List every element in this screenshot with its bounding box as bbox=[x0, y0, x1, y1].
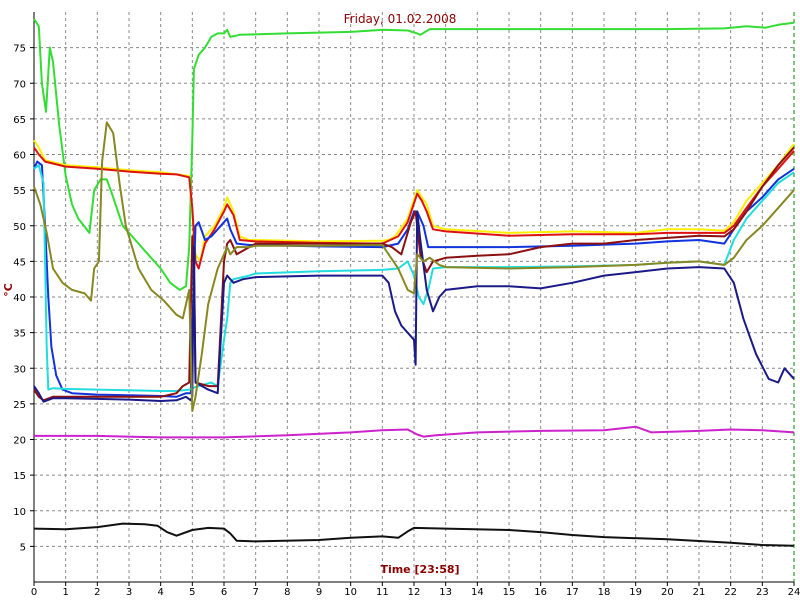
y-tick-label: 15 bbox=[13, 471, 26, 482]
x-tick-label: 9 bbox=[316, 587, 322, 598]
y-tick-label: 55 bbox=[13, 186, 26, 197]
y-tick-label: 65 bbox=[13, 115, 26, 126]
x-tick-label: 12 bbox=[408, 587, 421, 598]
x-tick-label: 11 bbox=[376, 587, 389, 598]
x-tick-label: 23 bbox=[756, 587, 769, 598]
x-tick-label: 10 bbox=[344, 587, 357, 598]
chart-container: 0 1 2 3 4 5 6 7 8 9 10 11 12 13 14 15 16 17 18 19 20 21 22 23 24… bbox=[0, 0, 800, 600]
y-tick-label: 75 bbox=[13, 44, 26, 55]
x-tick-label: 20 bbox=[661, 587, 674, 598]
x-tick-label: 6 bbox=[221, 587, 227, 598]
x-tick-label: 15 bbox=[503, 587, 516, 598]
x-tick-label: 17 bbox=[566, 587, 579, 598]
y-tick-label: 30 bbox=[13, 364, 26, 375]
line-chart: 0 1 2 3 4 5 6 7 8 9 10 11 12 13 14 15 16 17 18 19 20 21 22 23 24… bbox=[0, 0, 800, 600]
x-tick-label: 19 bbox=[629, 587, 642, 598]
x-tick-label: 13 bbox=[439, 587, 452, 598]
y-tick-label: 60 bbox=[13, 151, 26, 162]
chart-title: Friday, 01.02.2008 bbox=[344, 12, 457, 26]
x-axis-label: Time [23:58] bbox=[380, 563, 459, 576]
y-tick-label: 10 bbox=[13, 507, 26, 518]
x-tick-label: 18 bbox=[598, 587, 611, 598]
x-tick-label: 1 bbox=[62, 587, 68, 598]
x-tick-label: 22 bbox=[724, 587, 737, 598]
y-tick-label: 50 bbox=[13, 222, 26, 233]
y-tick-label: 70 bbox=[13, 79, 26, 90]
x-tick-label: 2 bbox=[94, 587, 100, 598]
x-tick-label: 5 bbox=[189, 587, 195, 598]
y-tick-label: 20 bbox=[13, 436, 26, 447]
x-tick-label: 0 bbox=[31, 587, 37, 598]
x-tick-label: 14 bbox=[471, 587, 484, 598]
x-tick-label: 21 bbox=[693, 587, 706, 598]
chart-background bbox=[0, 0, 800, 600]
x-tick-label: 16 bbox=[534, 587, 547, 598]
y-tick-label: 35 bbox=[13, 329, 26, 340]
x-tick-label: 8 bbox=[284, 587, 290, 598]
y-tick-label: 25 bbox=[13, 400, 26, 411]
x-tick-label: 3 bbox=[126, 587, 132, 598]
x-tick-label: 24 bbox=[788, 587, 800, 598]
y-axis-label: °C bbox=[2, 283, 15, 297]
y-tick-label: 45 bbox=[13, 257, 26, 268]
x-tick-label: 7 bbox=[252, 587, 258, 598]
x-tick-label: 4 bbox=[157, 587, 163, 598]
y-tick-label: 40 bbox=[13, 293, 26, 304]
y-tick-label: 5 bbox=[20, 542, 26, 553]
